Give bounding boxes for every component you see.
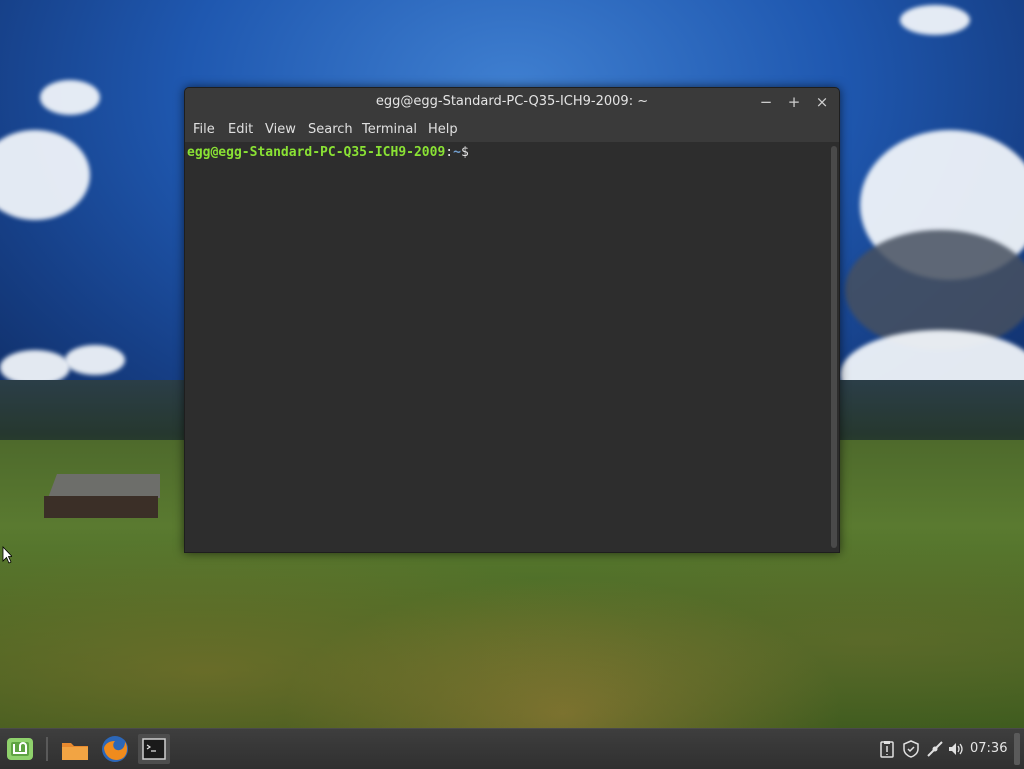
menu-file[interactable]: File [193, 122, 215, 137]
mint-menu-icon[interactable] [5, 734, 35, 764]
scrollbar-thumb[interactable] [831, 146, 837, 548]
firefox-icon[interactable] [100, 734, 130, 764]
shield-icon[interactable] [902, 740, 920, 758]
folder-icon[interactable] [60, 734, 90, 764]
window-titlebar[interactable]: egg@egg-Standard-PC-Q35-ICH9-2009: ~ − +… [185, 88, 839, 116]
menu-bar: File Edit View Search Terminal Help [185, 116, 839, 142]
prompt-separator: : [445, 145, 454, 160]
terminal-scrollbar[interactable] [829, 142, 839, 552]
minimize-button[interactable]: − [757, 93, 775, 111]
clock[interactable]: 07:36 [970, 741, 1007, 756]
prompt-symbol: $ [460, 145, 469, 160]
window-title: egg@egg-Standard-PC-Q35-ICH9-2009: ~ [375, 94, 649, 109]
volume-icon[interactable] [947, 740, 965, 758]
prompt-path: ~ [453, 145, 461, 160]
network-icon[interactable] [926, 740, 944, 758]
close-button[interactable]: × [813, 93, 831, 111]
taskbar-terminal-button[interactable] [138, 734, 170, 764]
prompt-user-host: egg@egg-Standard-PC-Q35-ICH9-2009 [187, 145, 446, 160]
panel-separator [46, 737, 48, 761]
menu-view[interactable]: View [265, 122, 296, 137]
menu-search[interactable]: Search [308, 122, 353, 137]
menu-help[interactable]: Help [428, 122, 458, 137]
shell-prompt: egg@egg-Standard-PC-Q35-ICH9-2009:~$ [187, 145, 469, 160]
terminal-content[interactable]: egg@egg-Standard-PC-Q35-ICH9-2009:~$ [185, 142, 829, 552]
barn-image [40, 474, 160, 518]
mouse-cursor-icon [2, 546, 12, 564]
terminal-window[interactable]: egg@egg-Standard-PC-Q35-ICH9-2009: ~ − +… [184, 87, 840, 553]
terminal-icon [142, 738, 166, 760]
clipboard-icon[interactable] [878, 740, 896, 758]
menu-edit[interactable]: Edit [228, 122, 253, 137]
show-desktop-button[interactable] [1014, 733, 1020, 765]
maximize-button[interactable]: + [785, 93, 803, 111]
menu-terminal[interactable]: Terminal [362, 122, 417, 137]
taskbar-panel: 07:36 [0, 728, 1024, 769]
